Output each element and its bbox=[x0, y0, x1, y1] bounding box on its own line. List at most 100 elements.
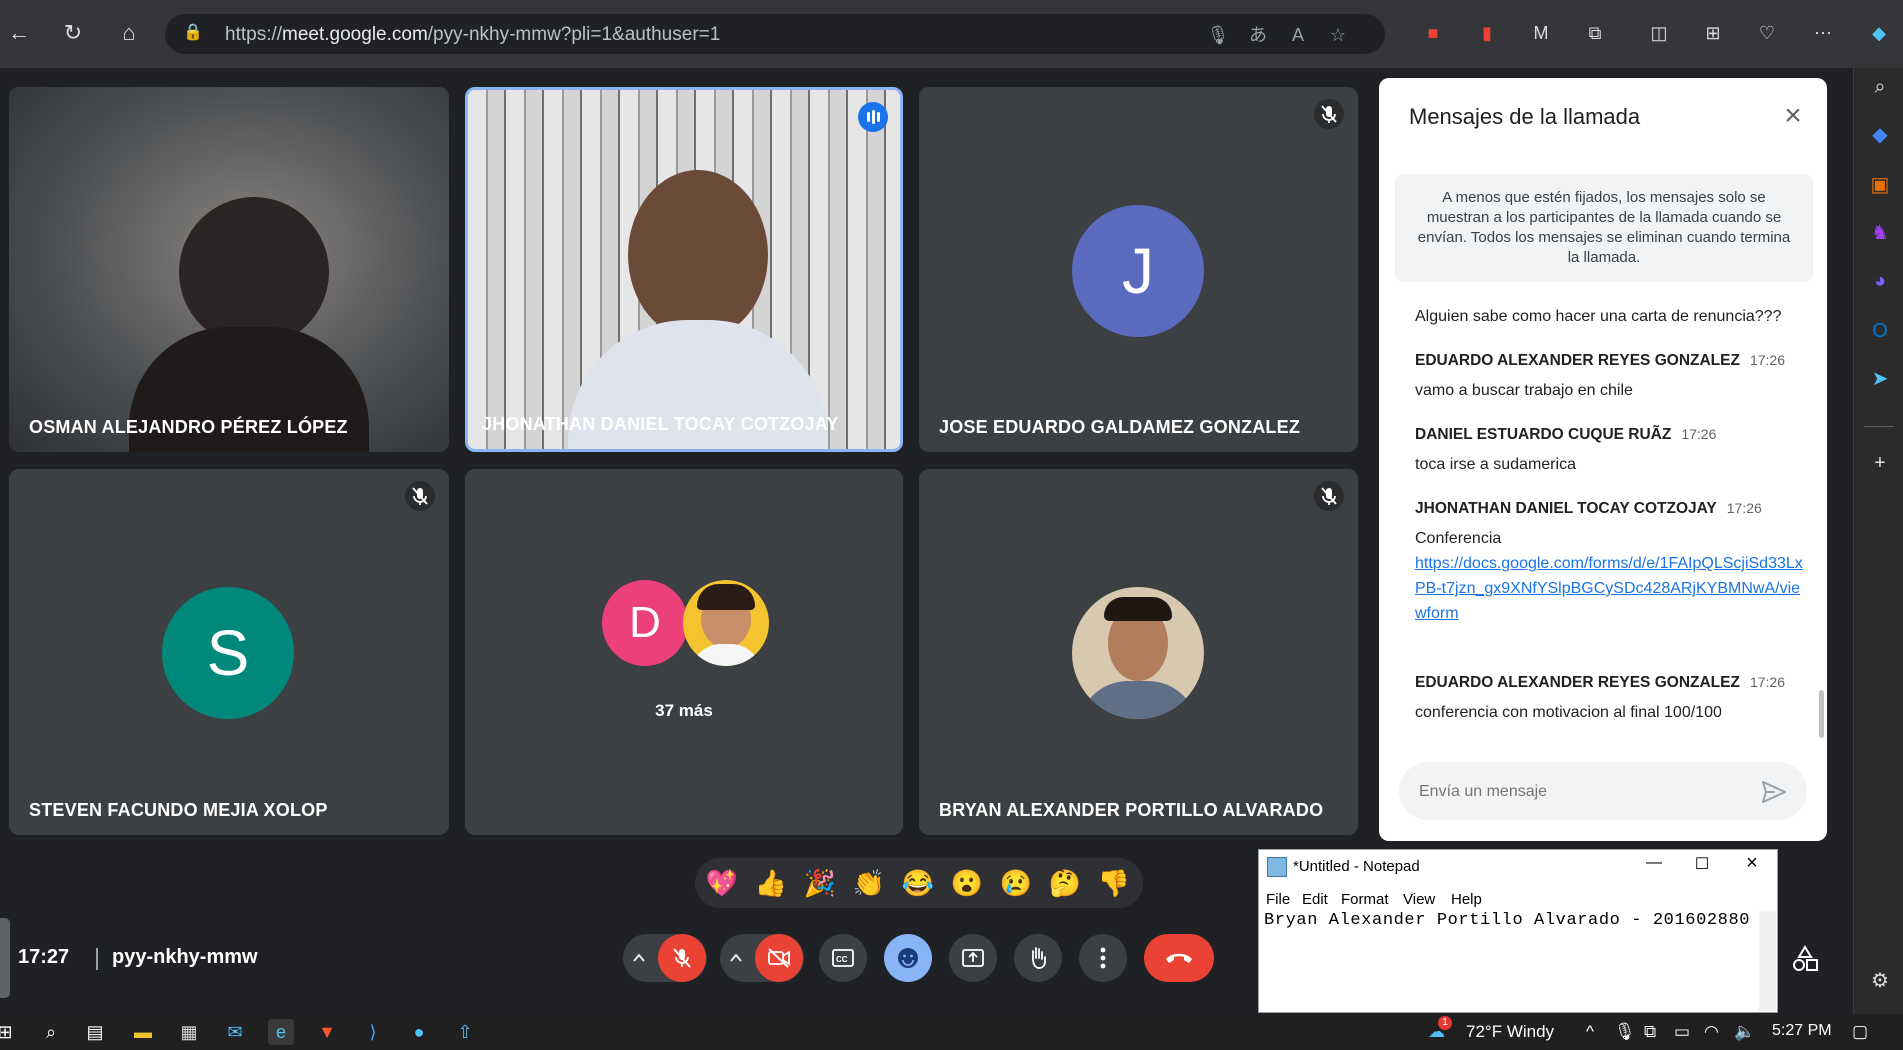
menu-help[interactable]: Help bbox=[1451, 891, 1482, 908]
send-icon[interactable] bbox=[1759, 778, 1789, 806]
clock[interactable]: 5:27 PM bbox=[1772, 1022, 1832, 1040]
reaction-surprised[interactable]: 😮 bbox=[950, 866, 984, 900]
message-time: 17:26 bbox=[1749, 674, 1785, 690]
sidebar-add-icon[interactable]: + bbox=[1867, 450, 1893, 476]
present-screen-button[interactable] bbox=[949, 934, 997, 982]
leave-call-button[interactable] bbox=[1144, 934, 1214, 982]
chevron-up-icon[interactable] bbox=[631, 950, 647, 966]
microphone-toggle-button[interactable] bbox=[658, 934, 706, 982]
chevron-up-icon[interactable]: ^ bbox=[1586, 1022, 1594, 1042]
volume-icon[interactable]: 🔈 bbox=[1734, 1022, 1755, 1042]
vscode-icon[interactable]: ⟩ bbox=[360, 1019, 386, 1045]
home-icon[interactable]: ⌂ bbox=[114, 18, 144, 48]
sidebar-tools-icon[interactable]: ▣ bbox=[1867, 172, 1893, 198]
read-aloud-icon[interactable]: A bbox=[1285, 22, 1311, 48]
more-options-button[interactable] bbox=[1079, 934, 1127, 982]
extension-red-icon[interactable]: ■ bbox=[1420, 20, 1446, 46]
microphone-tray-icon[interactable]: 🎙 bbox=[1614, 1022, 1636, 1042]
edge-browser-icon[interactable]: e bbox=[268, 1019, 294, 1045]
raise-hand-button[interactable] bbox=[1014, 934, 1062, 982]
reaction-thinking[interactable]: 🤔 bbox=[1048, 866, 1082, 900]
chat-message: Alguien sabe como hacer una carta de ren… bbox=[1415, 304, 1805, 329]
sidebar-search-icon[interactable]: ⌕ bbox=[1867, 74, 1893, 100]
battery-icon[interactable]: ▭ bbox=[1674, 1022, 1690, 1042]
participant-name: JOSE EDUARDO GALDAMEZ GONZALEZ bbox=[939, 417, 1301, 437]
file-explorer-icon[interactable]: ▬ bbox=[130, 1019, 156, 1045]
menu-edit[interactable]: Edit bbox=[1302, 891, 1328, 908]
lock-icon[interactable]: 🔒 bbox=[183, 24, 203, 42]
menu-format[interactable]: Format bbox=[1341, 891, 1389, 908]
copilot-icon[interactable]: ◆ bbox=[1866, 20, 1892, 46]
avatar: J bbox=[1072, 205, 1204, 337]
participant-tile[interactable]: OSMAN ALEJANDRO PÉREZ LÓPEZ bbox=[9, 87, 449, 452]
split-screen-icon[interactable]: ◫ bbox=[1646, 20, 1672, 46]
wifi-icon[interactable]: ◠ bbox=[1704, 1022, 1719, 1042]
chat-input-box[interactable] bbox=[1399, 762, 1807, 820]
participant-tile-active[interactable]: JHONATHAN DANIEL TOCAY COTZOJAY bbox=[465, 87, 903, 452]
reaction-thumbs-down[interactable]: 👎 bbox=[1097, 866, 1131, 900]
reaction-party[interactable]: 🎉 bbox=[803, 866, 837, 900]
sidebar-send-icon[interactable]: ➤ bbox=[1867, 366, 1893, 392]
reaction-sad[interactable]: 😢 bbox=[999, 866, 1033, 900]
sidebar-settings-icon[interactable]: ⚙ bbox=[1867, 968, 1893, 994]
sidebar-shopping-icon[interactable]: ◆ bbox=[1867, 122, 1893, 148]
extensions-puzzle-icon[interactable]: ⧉ bbox=[1582, 20, 1608, 46]
favorite-star-icon[interactable]: ☆ bbox=[1325, 22, 1351, 48]
reactions-button[interactable] bbox=[884, 934, 932, 982]
extension-bookmark-icon[interactable]: ▮ bbox=[1474, 20, 1500, 46]
notifications-icon[interactable]: ▢ bbox=[1852, 1022, 1868, 1042]
screen-share-tray-icon[interactable]: ⧉ bbox=[1644, 1022, 1656, 1042]
url-text[interactable]: https://meet.google.com/pyy-nkhy-mmw?pli… bbox=[225, 24, 720, 46]
avatar: S bbox=[162, 587, 294, 719]
message-sender: EDUARDO ALEXANDER REYES GONZALEZ bbox=[1415, 674, 1740, 691]
sidebar-games-icon[interactable]: ♞ bbox=[1867, 220, 1893, 246]
close-icon[interactable]: × bbox=[1777, 100, 1809, 132]
activities-icon[interactable] bbox=[1790, 944, 1820, 974]
mic-off-icon bbox=[673, 948, 691, 968]
collections-icon[interactable]: ⊞ bbox=[1700, 20, 1726, 46]
reaction-heart[interactable]: 💖 bbox=[705, 866, 739, 900]
participant-group-tile[interactable]: D 37 más bbox=[465, 469, 903, 835]
menu-view[interactable]: View bbox=[1403, 891, 1435, 908]
menu-file[interactable]: File bbox=[1266, 891, 1290, 908]
start-icon[interactable]: ⊞ bbox=[0, 1019, 18, 1045]
chat-app-icon[interactable]: ● bbox=[406, 1019, 432, 1045]
camera-toggle-button[interactable] bbox=[755, 934, 803, 982]
task-view-icon[interactable]: ▤ bbox=[82, 1019, 108, 1045]
captions-button[interactable]: CC bbox=[819, 934, 867, 982]
microphone-icon[interactable]: 🎙 bbox=[1205, 22, 1231, 48]
more-menu-icon[interactable]: ⋯ bbox=[1810, 20, 1836, 46]
reaction-clap[interactable]: 👏 bbox=[852, 866, 886, 900]
reaction-laugh[interactable]: 😂 bbox=[901, 866, 935, 900]
notepad-scrollbar[interactable] bbox=[1759, 911, 1776, 1011]
weather-text[interactable]: 72°F Windy bbox=[1466, 1022, 1554, 1042]
participant-tile[interactable]: J JOSE EDUARDO GALDAMEZ GONZALEZ bbox=[919, 87, 1358, 452]
reload-icon[interactable]: ↻ bbox=[58, 18, 88, 48]
brave-browser-icon[interactable]: ▼ bbox=[314, 1019, 340, 1045]
upload-app-icon[interactable]: ⇧ bbox=[452, 1019, 478, 1045]
sidebar-outlook-icon[interactable]: O bbox=[1867, 318, 1893, 344]
chat-message-input[interactable] bbox=[1417, 776, 1751, 808]
maximize-icon[interactable]: ☐ bbox=[1687, 854, 1717, 876]
chevron-up-icon[interactable] bbox=[728, 950, 744, 966]
mail-icon[interactable]: ✉ bbox=[222, 1019, 248, 1045]
address-bar[interactable]: 🔒 https://meet.google.com/pyy-nkhy-mmw?p… bbox=[165, 14, 1385, 54]
reaction-thumbs-up[interactable]: 👍 bbox=[754, 866, 788, 900]
side-handle[interactable] bbox=[0, 918, 10, 998]
message-link[interactable]: https://docs.google.com/forms/d/e/1FAIpQ… bbox=[1415, 555, 1803, 622]
translate-icon[interactable]: あ bbox=[1245, 22, 1271, 48]
extension-m-icon[interactable]: M bbox=[1528, 20, 1554, 46]
close-icon[interactable]: × bbox=[1737, 852, 1767, 874]
store-icon[interactable]: ▦ bbox=[176, 1019, 202, 1045]
chat-scrollbar[interactable] bbox=[1819, 690, 1824, 738]
search-icon[interactable]: ⌕ bbox=[38, 1019, 64, 1045]
participant-tile[interactable]: BRYAN ALEXANDER PORTILLO ALVARADO bbox=[919, 469, 1358, 835]
message-text: Alguien sabe como hacer una carta de ren… bbox=[1415, 308, 1782, 325]
message-time: 17:26 bbox=[1749, 352, 1785, 368]
participant-tile[interactable]: S STEVEN FACUNDO MEJIA XOLOP bbox=[9, 469, 449, 835]
performance-heart-icon[interactable]: ♡ bbox=[1754, 20, 1780, 46]
sidebar-microsoft365-icon[interactable]: ◕ bbox=[1867, 268, 1893, 294]
minimize-icon[interactable]: — bbox=[1639, 854, 1669, 876]
back-icon[interactable]: ← bbox=[4, 18, 34, 48]
notepad-text-area[interactable]: Bryan Alexander Portillo Alvarado - 2016… bbox=[1264, 911, 1754, 1003]
